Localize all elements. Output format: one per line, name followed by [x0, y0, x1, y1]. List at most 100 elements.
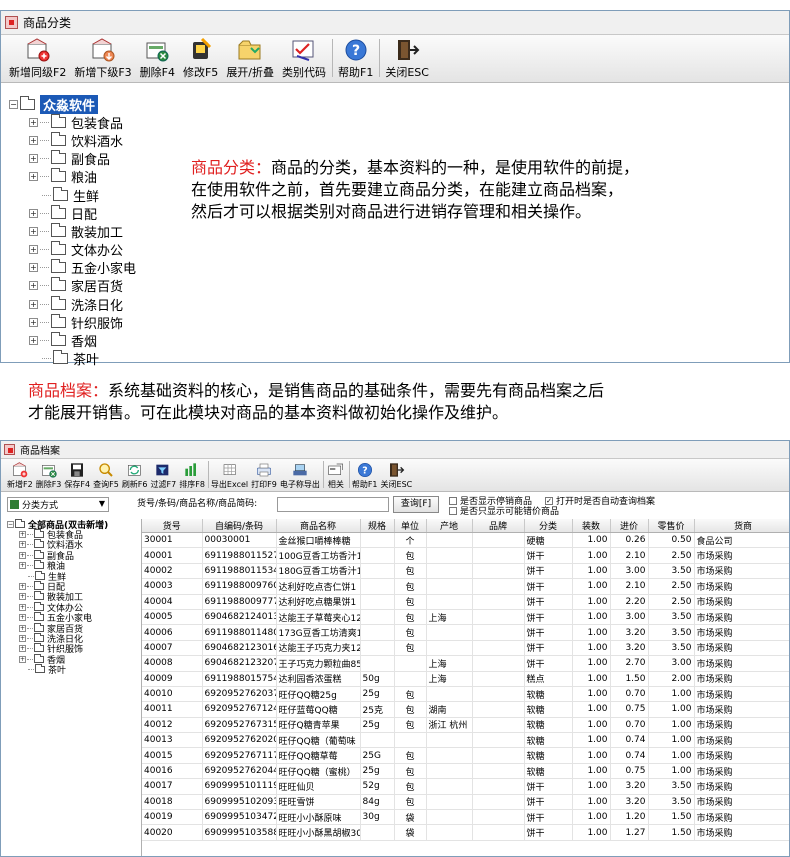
table-cell[interactable]: 饼干 — [524, 563, 573, 580]
table-cell[interactable]: 个 — [394, 532, 427, 549]
tree-item[interactable]: + 粮油 — [9, 168, 136, 186]
table-row[interactable]: 40017 6909995101119 旺旺仙贝 52g 包 饼干 1.00 3.20 3.50… — [142, 778, 789, 795]
table-cell[interactable] — [426, 624, 473, 641]
table-cell[interactable]: 6920952762044 — [202, 763, 277, 780]
table-cell[interactable]: 3.50 — [648, 624, 695, 641]
table-cell[interactable]: 包 — [394, 763, 427, 780]
tree-item[interactable]: + 副食品 — [9, 150, 136, 168]
table-cell[interactable]: 40020 — [142, 824, 203, 841]
table-cell[interactable]: 1.00 — [572, 686, 611, 703]
query-button[interactable]: 查询[F] — [393, 496, 439, 513]
table-cell[interactable]: 25g — [360, 717, 395, 734]
table-cell[interactable]: 包 — [394, 701, 427, 718]
table-cell[interactable]: 市场采购 — [694, 578, 789, 595]
table-cell[interactable]: 173G豆香工坊清爽1*20 — [276, 624, 361, 641]
table-cell[interactable]: 1.00 — [648, 747, 695, 764]
table-cell[interactable]: 40015 — [142, 747, 203, 764]
table-cell[interactable]: 3.20 — [610, 794, 649, 811]
table-cell[interactable] — [426, 824, 473, 841]
table-cell[interactable]: 包 — [394, 778, 427, 795]
table-cell[interactable] — [394, 671, 427, 687]
table-cell[interactable]: 达利好吃点杏仁饼1 — [276, 578, 361, 595]
table-cell[interactable]: 1.00 — [648, 717, 695, 734]
table-cell[interactable]: 1.00 — [648, 763, 695, 780]
table-cell[interactable]: 包 — [394, 547, 427, 564]
table-cell[interactable]: 6909995103472 — [202, 809, 277, 826]
table-cell[interactable]: 市场采购 — [694, 747, 789, 764]
table-cell[interactable]: 饼干 — [524, 778, 573, 795]
table-cell[interactable]: 00030001 — [202, 532, 277, 549]
table-cell[interactable]: 30001 — [142, 532, 203, 549]
table-cell[interactable]: 0.50 — [648, 532, 695, 549]
table-cell[interactable]: 旺旺小小酥黑胡椒30g — [276, 824, 361, 841]
table-row[interactable]: 40008 6904682123207 王子巧克力颗粒曲85g 上海 饼干 1.00 2.7… — [142, 655, 789, 672]
table-row[interactable]: 40012 6920952767315 旺仔Q糖青苹果 25g 包浙江 杭州 软糖 1.00… — [142, 717, 789, 734]
table-cell[interactable]: 1.00 — [572, 747, 611, 764]
tree-item[interactable]: + 文体办公 — [9, 241, 136, 259]
table-cell[interactable] — [426, 640, 473, 657]
sort-button[interactable]: 排序F8 — [179, 459, 205, 490]
expand-icon[interactable]: + — [19, 583, 26, 591]
table-cell[interactable]: 金丝猴口嚼棒棒糖 — [276, 532, 361, 549]
table-cell[interactable]: 0.70 — [610, 686, 649, 703]
expand-icon[interactable]: + — [19, 645, 26, 653]
filter-button[interactable]: 过滤F7 — [151, 459, 176, 490]
table-cell[interactable]: 1.00 — [572, 824, 611, 841]
edit-button[interactable]: 修改F5 — [181, 36, 220, 80]
table-cell[interactable]: 饼干 — [524, 547, 573, 564]
expand-icon[interactable]: + — [29, 336, 38, 346]
table-cell[interactable]: 25G — [360, 747, 395, 764]
table-cell[interactable]: 2.50 — [648, 594, 695, 610]
table-cell[interactable]: 市场采购 — [694, 655, 789, 672]
table-cell[interactable]: 1.00 — [572, 640, 611, 657]
help-button[interactable]: ? 帮助F1 — [352, 459, 378, 490]
table-cell[interactable]: 1.50 — [610, 671, 649, 687]
table-cell[interactable] — [472, 594, 525, 610]
expand-icon[interactable]: + — [19, 634, 26, 642]
table-cell[interactable]: 旺旺雪饼 — [276, 794, 361, 811]
table-cell[interactable]: 市场采购 — [694, 640, 789, 657]
table-cell[interactable]: 40011 — [142, 701, 203, 718]
table-cell[interactable]: 市场采购 — [694, 594, 789, 610]
table-cell[interactable] — [472, 532, 525, 549]
table-cell[interactable]: 3.50 — [648, 778, 695, 795]
table-cell[interactable]: 50g — [360, 671, 395, 687]
table-row[interactable]: 40013 6920952762020 旺仔QQ糖（葡萄味 软糖 1.00 0.74 1.0… — [142, 732, 789, 749]
table-cell[interactable]: 旺仔QQ糖（葡萄味 — [276, 732, 361, 749]
table-cell[interactable]: 1.00 — [572, 794, 611, 811]
table-row[interactable]: 400066911988011480173G豆香工坊清爽1*20包饼干1.003… — [142, 624, 789, 641]
table-cell[interactable]: 旺仔Q糖青苹果 — [276, 717, 361, 734]
table-row[interactable]: 40015 6920952767117 旺仔QQ糖草莓 25G 包软糖 1.00 0.74 1… — [142, 747, 789, 764]
expand-icon[interactable]: + — [29, 117, 38, 127]
column-header[interactable]: 货号 — [142, 519, 203, 533]
table-cell[interactable] — [472, 686, 525, 703]
table-cell[interactable]: 1.00 — [572, 809, 611, 826]
expand-icon[interactable]: + — [19, 624, 26, 632]
table-cell[interactable]: 市场采购 — [694, 732, 789, 749]
table-cell[interactable] — [360, 547, 395, 564]
table-cell[interactable]: 3.50 — [648, 640, 695, 657]
table-cell[interactable]: 1.00 — [572, 717, 611, 734]
table-cell[interactable]: 1.00 — [572, 655, 611, 672]
table-cell[interactable]: 0.74 — [610, 747, 649, 764]
table-cell[interactable]: 软糖 — [524, 747, 573, 764]
table-cell[interactable]: 3.20 — [610, 778, 649, 795]
close-door-button[interactable]: 关闭ESC — [383, 36, 431, 80]
table-cell[interactable]: 饼干 — [524, 624, 573, 641]
table-cell[interactable]: 1.27 — [610, 824, 649, 841]
table-cell[interactable] — [360, 594, 395, 610]
table-cell[interactable]: 市场采购 — [694, 763, 789, 780]
table-cell[interactable]: 6920952767124 — [202, 701, 277, 718]
table-cell[interactable]: 袋 — [394, 809, 427, 826]
table-cell[interactable]: 1.00 — [572, 763, 611, 780]
table-row[interactable]: 40009 6911988015754 达利园香浓蛋糕 50g 上海 糕点 1.00 1.50… — [142, 671, 789, 687]
table-cell[interactable]: 包 — [394, 717, 427, 734]
table-cell[interactable]: 52g — [360, 778, 395, 795]
table-row[interactable]: 40016 6920952762044 旺仔QQ糖（蜜桃） 25g 包软糖 1.00 0.7… — [142, 763, 789, 780]
table-cell[interactable]: 市场采购 — [694, 794, 789, 811]
related-button[interactable]: 相关 — [326, 459, 346, 490]
table-cell[interactable]: 软糖 — [524, 763, 573, 780]
table-cell[interactable]: 0.26 — [610, 532, 649, 549]
expand-icon[interactable]: + — [29, 154, 38, 164]
table-row[interactable]: 40010 6920952762037 旺仔QQ糖25g 25g 包软糖 1.00 0.70… — [142, 686, 789, 703]
